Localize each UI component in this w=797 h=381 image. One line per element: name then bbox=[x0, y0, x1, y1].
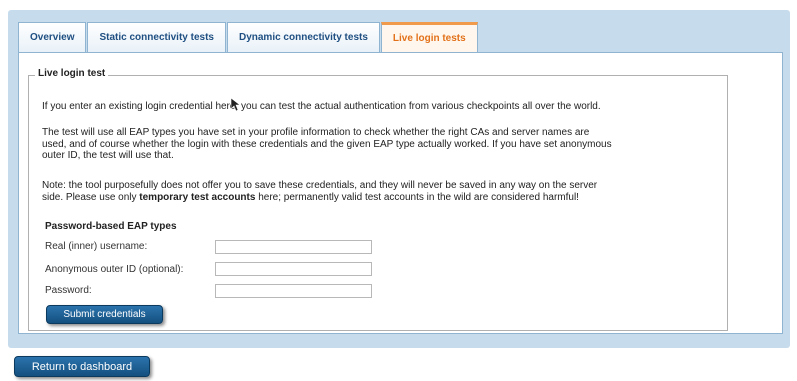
eap-description-line: outer ID, the test will use that. bbox=[42, 150, 174, 161]
tab-static-connectivity[interactable]: Static connectivity tests bbox=[87, 22, 226, 52]
username-label: Real (inner) username: bbox=[45, 241, 148, 252]
tab-bar: Overview Static connectivity tests Dynam… bbox=[18, 22, 479, 52]
password-label: Password: bbox=[45, 285, 92, 296]
eap-description-line: used, and of course whether the login wi… bbox=[42, 138, 612, 150]
note-text: side. Please use only bbox=[42, 191, 140, 203]
password-field[interactable] bbox=[215, 284, 372, 298]
temporary-accounts-emphasis: temporary test accounts bbox=[139, 191, 256, 203]
outer-id-field[interactable] bbox=[215, 262, 372, 276]
eap-description: The test will use all EAP types you have… bbox=[42, 127, 722, 162]
submit-credentials-button[interactable]: Submit credentials bbox=[46, 305, 163, 324]
eap-description-line: The test will use all EAP types you have… bbox=[42, 127, 590, 138]
live-login-fieldset bbox=[28, 75, 728, 331]
tab-dynamic-connectivity[interactable]: Dynamic connectivity tests bbox=[226, 22, 380, 52]
intro-text: If you enter an existing login credentia… bbox=[42, 101, 601, 112]
save-note-line: Note: the tool purposefully does not off… bbox=[42, 180, 598, 191]
tab-overview[interactable]: Overview bbox=[18, 22, 87, 52]
tab-live-login[interactable]: Live login tests bbox=[380, 22, 478, 52]
mouse-pointer-icon bbox=[231, 98, 241, 112]
fieldset-legend: Live login test bbox=[35, 68, 109, 79]
username-field[interactable] bbox=[215, 240, 372, 254]
return-to-dashboard-button[interactable]: Return to dashboard bbox=[14, 356, 150, 377]
note-text: here; permanently valid test accounts in… bbox=[255, 191, 579, 203]
eap-types-heading: Password-based EAP types bbox=[45, 221, 177, 232]
outer-id-label: Anonymous outer ID (optional): bbox=[45, 264, 184, 275]
save-note-line: side. Please use only temporary test acc… bbox=[42, 192, 722, 204]
save-note: Note: the tool purposefully does not off… bbox=[42, 180, 722, 203]
